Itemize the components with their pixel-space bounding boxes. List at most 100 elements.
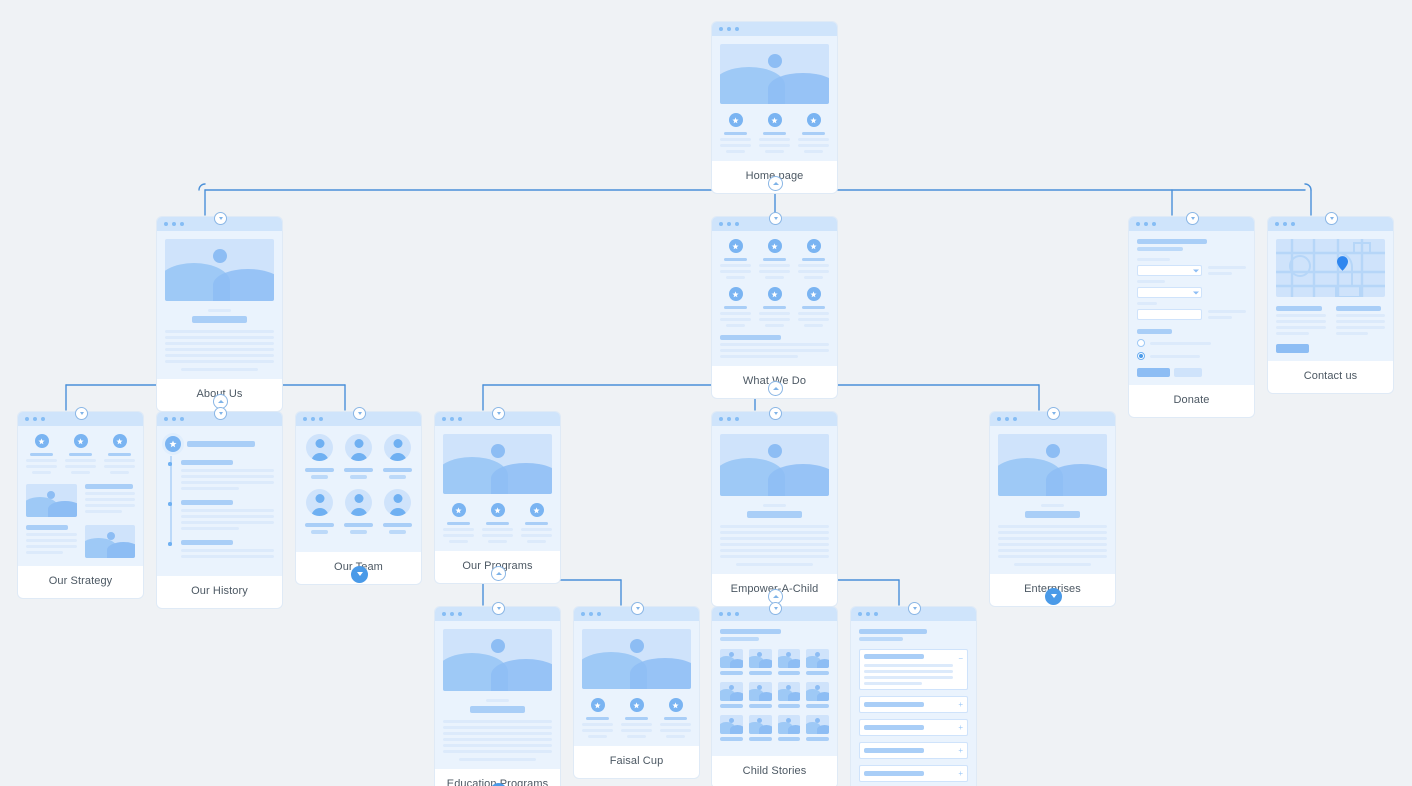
faq-item-collapsed[interactable]: + — [859, 765, 968, 782]
placeholder-bar — [443, 528, 474, 531]
star-icon — [668, 698, 683, 712]
window-dot — [458, 612, 462, 616]
expand-node-button[interactable] — [351, 565, 368, 583]
timeline-item — [168, 460, 274, 490]
placeholder-bar — [1276, 320, 1326, 323]
incoming-connector-node[interactable] — [631, 601, 644, 615]
page-card-faqs[interactable]: −++++FAQs — [851, 607, 976, 786]
incoming-connector-node[interactable] — [75, 406, 88, 420]
story-card[interactable] — [720, 682, 743, 708]
avatar — [306, 434, 333, 461]
article-heading — [443, 699, 552, 713]
radio-button-selected[interactable] — [1137, 352, 1145, 360]
page-card-whatwedo[interactable]: What We Do — [712, 217, 837, 398]
placeholder-bar — [181, 521, 274, 524]
feature-title — [763, 132, 786, 135]
placeholder-bar — [487, 540, 508, 543]
page-card-enterprise[interactable]: Enterprises — [990, 412, 1115, 606]
feature-item — [720, 113, 751, 153]
page-card-home[interactable]: Home page — [712, 22, 837, 193]
page-card-empower[interactable]: Empower-A-Child — [712, 412, 837, 606]
page-card-education[interactable]: Education Programs — [435, 607, 560, 786]
incoming-connector-node[interactable] — [769, 211, 782, 225]
text-field[interactable] — [1137, 309, 1203, 320]
faq-item-collapsed[interactable]: + — [859, 742, 968, 759]
feature-item — [621, 698, 652, 738]
incoming-connector-node[interactable] — [492, 406, 505, 420]
page-card-history[interactable]: Our History — [157, 412, 282, 608]
feature-item — [443, 503, 474, 543]
page-card-contact[interactable]: Contact us — [1268, 217, 1393, 393]
window-dot — [1005, 417, 1009, 421]
placeholder-bar — [864, 664, 954, 667]
collapse-node-button[interactable] — [491, 565, 506, 581]
placeholder-bar — [165, 342, 274, 345]
select-field[interactable] — [1137, 287, 1203, 298]
placeholder-bar — [1208, 310, 1246, 313]
story-card[interactable] — [777, 682, 801, 708]
page-card-strategy[interactable]: Our Strategy — [18, 412, 143, 598]
placeholder-bar — [803, 150, 824, 153]
placeholder-bar — [759, 264, 790, 267]
placeholder-bar — [109, 471, 130, 474]
feature-title — [525, 522, 548, 525]
incoming-connector-node[interactable] — [214, 211, 227, 225]
story-card[interactable] — [748, 649, 772, 675]
incoming-connector-node[interactable] — [353, 406, 366, 420]
avatar — [384, 434, 411, 461]
story-card[interactable] — [720, 715, 743, 741]
article-text — [998, 525, 1107, 566]
incoming-connector-node[interactable] — [492, 601, 505, 615]
submit-button[interactable] — [1276, 344, 1309, 353]
window-dot — [442, 612, 446, 616]
avatar — [345, 489, 372, 516]
page-card-stories[interactable]: Child Stories — [712, 607, 837, 786]
incoming-connector-node[interactable] — [769, 601, 782, 615]
story-card[interactable] — [720, 649, 743, 675]
star-icon — [728, 287, 743, 301]
story-card[interactable] — [806, 682, 829, 708]
collapse-node-button[interactable] — [768, 175, 783, 191]
select-field[interactable] — [1137, 265, 1203, 276]
faq-item-collapsed[interactable]: + — [859, 719, 968, 736]
feature-title — [69, 453, 92, 456]
page-card-label: Child Stories — [712, 756, 837, 786]
story-card[interactable] — [777, 649, 801, 675]
expand-node-button[interactable] — [1045, 587, 1062, 605]
window-dot — [719, 222, 723, 226]
placeholder-bar — [764, 150, 785, 153]
faq-item-expanded[interactable]: − — [859, 649, 968, 690]
collapse-node-button[interactable] — [768, 380, 783, 396]
feature-title — [486, 522, 509, 525]
page-card-about[interactable]: About Us — [157, 217, 282, 411]
story-card[interactable] — [777, 715, 801, 741]
placeholder-bar — [720, 138, 751, 141]
card-titlebar — [712, 22, 837, 36]
team-member — [304, 434, 335, 479]
incoming-connector-node[interactable] — [908, 601, 921, 615]
incoming-connector-node[interactable] — [1047, 406, 1060, 420]
story-card[interactable] — [748, 682, 772, 708]
story-card[interactable] — [806, 715, 829, 741]
feature-title — [586, 717, 609, 720]
page-card-donate[interactable]: Donate — [1129, 217, 1254, 417]
story-card[interactable] — [806, 649, 829, 675]
feature-title — [30, 453, 53, 456]
incoming-connector-node[interactable] — [1186, 211, 1199, 225]
page-card-programs[interactable]: Our Programs — [435, 412, 560, 583]
secondary-button[interactable] — [1173, 368, 1203, 377]
faq-item-collapsed[interactable]: + — [859, 696, 968, 713]
story-card[interactable] — [748, 715, 772, 741]
incoming-connector-node[interactable] — [214, 406, 227, 420]
star-icon — [34, 434, 49, 448]
incoming-connector-node[interactable] — [769, 406, 782, 420]
primary-button[interactable] — [1137, 368, 1170, 377]
thumbnail-image — [26, 484, 77, 517]
page-card-faisal[interactable]: Faisal Cup — [574, 607, 699, 778]
placeholder-bar — [720, 270, 751, 273]
placeholder-bar — [759, 270, 790, 273]
placeholder-bar — [65, 465, 96, 468]
incoming-connector-node[interactable] — [1325, 211, 1338, 225]
radio-button[interactable] — [1137, 339, 1145, 347]
page-card-team[interactable]: Our Team — [296, 412, 421, 584]
